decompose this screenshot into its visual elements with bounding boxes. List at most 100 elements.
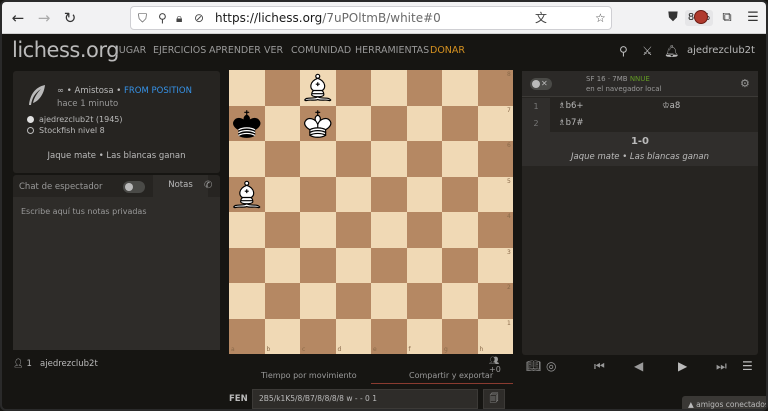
square-f3[interactable] — [406, 247, 442, 283]
square-f6[interactable] — [406, 141, 442, 177]
square-f7[interactable] — [406, 105, 442, 141]
translate-icon[interactable]: 文 — [535, 10, 547, 26]
square-g4[interactable] — [442, 212, 478, 248]
square-e7[interactable] — [371, 105, 407, 141]
square-f4[interactable] — [406, 212, 442, 248]
square-e6[interactable] — [371, 141, 407, 177]
square-b4[interactable] — [264, 212, 300, 248]
notifications-bell-icon[interactable]: 🔔︎ — [664, 44, 679, 58]
white-bishop-piece-a5[interactable] — [229, 177, 265, 213]
extension-avatar-icon[interactable] — [694, 10, 708, 24]
square-b6[interactable] — [264, 141, 300, 177]
extensions-icon[interactable]: ⧉ — [718, 9, 736, 27]
square-f8[interactable] — [406, 70, 442, 106]
menu-comunidad[interactable]: COMUNIDAD — [291, 45, 351, 56]
menu-icon[interactable]: ☰ — [744, 9, 762, 27]
back-icon[interactable]: ← — [8, 8, 28, 28]
address-bar[interactable]: ⛉ ⚲ 🔒︎ ⊘ https://lichess.org/7uPOltmB/wh… — [130, 6, 713, 30]
watcher-user[interactable]: ajedrezclub2t — [40, 359, 98, 369]
square-a8[interactable] — [229, 70, 265, 106]
book-icon[interactable]: 📖︎ — [526, 359, 541, 373]
phone-icon[interactable]: ✆ — [204, 180, 212, 191]
tab-spectator-chat[interactable]: Chat de espectador — [19, 182, 102, 192]
square-g5[interactable] — [442, 176, 478, 212]
square-c5[interactable] — [300, 176, 336, 212]
square-b3[interactable] — [264, 247, 300, 283]
white-bishop-piece-c8[interactable] — [300, 70, 336, 106]
first-move-icon[interactable]: ⏮ — [594, 359, 605, 374]
tab-notes[interactable]: Notas — [153, 175, 208, 197]
square-d3[interactable] — [335, 247, 371, 283]
square-b5[interactable] — [264, 176, 300, 212]
tracking-icon[interactable]: ⊘ — [194, 10, 204, 26]
square-d8[interactable] — [335, 70, 371, 106]
menu-jugar[interactable]: JUGAR — [116, 45, 146, 56]
pocket-icon[interactable]: ⛊ — [664, 9, 682, 27]
black-player[interactable]: Stockfish nivel 8 — [27, 126, 105, 135]
square-e5[interactable] — [371, 176, 407, 212]
square-a2[interactable] — [229, 283, 265, 319]
user-menu[interactable]: ajedrezclub2t — [687, 45, 755, 56]
target-icon[interactable]: ◎ — [546, 359, 556, 373]
from-position-link[interactable]: FROM POSITION — [124, 86, 192, 96]
prev-move-icon[interactable]: ◀ — [634, 359, 643, 373]
square-c3[interactable] — [300, 247, 336, 283]
square-f2[interactable] — [406, 283, 442, 319]
square-c1[interactable] — [300, 318, 336, 354]
move-white[interactable]: ♗b7# — [558, 115, 584, 132]
black-king-piece-a7[interactable] — [229, 106, 265, 142]
square-b7[interactable] — [264, 105, 300, 141]
square-b8[interactable] — [264, 70, 300, 106]
chat-toggle[interactable] — [123, 181, 145, 193]
reload-icon[interactable]: ↻ — [60, 8, 80, 28]
url-text[interactable]: https://lichess.org/7uPOltmB/white#0 — [215, 11, 441, 25]
challenges-icon[interactable]: ⚔ — [642, 44, 653, 58]
move-white[interactable]: ♗b6+ — [558, 98, 584, 115]
square-a3[interactable] — [229, 247, 265, 283]
menu-donar[interactable]: DONAR — [430, 45, 465, 56]
white-player[interactable]: ajedrezclub2t (1945) — [27, 115, 123, 124]
menu-aprender[interactable]: APRENDER — [209, 45, 261, 56]
menu-icon[interactable]: ☰ — [742, 359, 753, 373]
next-move-icon[interactable]: ▶ — [678, 359, 687, 373]
permissions-icon[interactable]: ⚲ — [158, 10, 167, 26]
square-g3[interactable] — [442, 247, 478, 283]
fen-input[interactable]: 2B5/k1K5/8/B7/8/8/8/8 w - - 0 1 — [252, 389, 478, 409]
square-d2[interactable] — [335, 283, 371, 319]
tab-move-times[interactable]: Tiempo por movimiento — [261, 371, 357, 380]
square-f1[interactable] — [406, 318, 442, 354]
white-king-piece-c7[interactable] — [300, 106, 336, 142]
last-move-icon[interactable]: ⏭ — [716, 359, 727, 374]
square-d6[interactable] — [335, 141, 371, 177]
square-e8[interactable] — [371, 70, 407, 106]
square-e4[interactable] — [371, 212, 407, 248]
square-d7[interactable] — [335, 105, 371, 141]
copy-fen-button[interactable]: 🗐 — [483, 389, 505, 409]
square-c6[interactable] — [300, 141, 336, 177]
square-g2[interactable] — [442, 283, 478, 319]
chess-board[interactable]: 8 7 6 5 4 3 2 1 a b c d e f g h — [229, 70, 513, 354]
square-g6[interactable] — [442, 141, 478, 177]
square-e3[interactable] — [371, 247, 407, 283]
lock-icon[interactable]: 🔒︎ — [176, 10, 182, 26]
square-b2[interactable] — [264, 283, 300, 319]
square-d4[interactable] — [335, 212, 371, 248]
square-g7[interactable] — [442, 105, 478, 141]
square-e2[interactable] — [371, 283, 407, 319]
gear-icon[interactable]: ⚙ — [740, 77, 750, 90]
engine-toggle[interactable]: ✕ — [530, 78, 552, 90]
move-black[interactable]: ♔a8 — [662, 98, 680, 115]
tab-share-export[interactable]: Compartir y exportar — [409, 371, 493, 380]
search-icon[interactable]: ⚲ — [619, 44, 628, 58]
square-c4[interactable] — [300, 212, 336, 248]
shield-icon[interactable]: ⛉ — [138, 10, 147, 26]
menu-ver[interactable]: VER — [264, 45, 283, 56]
menu-ejercicios[interactable]: EJERCICIOS — [153, 45, 206, 56]
bookmark-star-icon[interactable]: ☆ — [595, 10, 606, 26]
forward-icon[interactable]: → — [34, 8, 54, 28]
square-c2[interactable] — [300, 283, 336, 319]
square-a4[interactable] — [229, 212, 265, 248]
menu-herramientas[interactable]: HERRAMIENTAS — [355, 45, 429, 56]
notes-textarea[interactable]: Escribe aquí tus notas privadas — [13, 197, 220, 350]
site-logo[interactable]: lichess.org — [12, 38, 119, 62]
